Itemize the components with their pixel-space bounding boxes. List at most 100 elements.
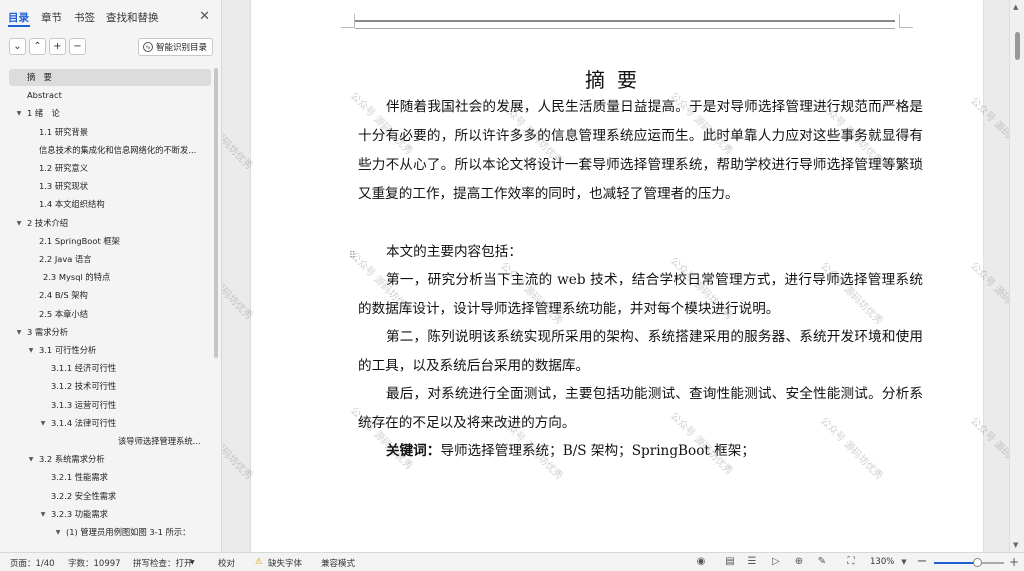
- toc-item[interactable]: 2 技术介绍: [27, 215, 210, 232]
- toc-item[interactable]: 2.4 B/S 架构: [39, 287, 210, 304]
- play-icon[interactable]: ▷: [770, 556, 782, 568]
- toc-item-label: Abstract: [27, 90, 62, 101]
- eye-icon[interactable]: ◉: [695, 556, 707, 568]
- page-indicator[interactable]: 页面：1/40: [10, 557, 55, 569]
- toc-item[interactable]: 3.2.2 安全性需求: [51, 488, 210, 505]
- add-heading-button[interactable]: +: [49, 38, 66, 55]
- watermark-text: 公众号 源码坊优秀: [967, 95, 1009, 163]
- expand-caret-icon[interactable]: ▼: [27, 347, 35, 354]
- toc-item[interactable]: 摘 要: [9, 69, 211, 86]
- tab-find-replace[interactable]: 查找和替换: [106, 10, 159, 25]
- scroll-up-icon[interactable]: ▲: [1013, 3, 1018, 11]
- toc-item[interactable]: 3 需求分析: [27, 324, 210, 341]
- toc-item[interactable]: 1.3 研究现状: [39, 178, 210, 195]
- zoom-fill: [934, 562, 978, 564]
- expand-caret-icon[interactable]: ▼: [39, 420, 47, 427]
- toc-item[interactable]: 2.1 SpringBoot 框架: [39, 233, 210, 250]
- expand-caret-icon[interactable]: ▼: [27, 456, 35, 463]
- page-corner-mark: [341, 14, 355, 28]
- toc-item[interactable]: 3.1.1 经济可行性: [51, 360, 210, 377]
- tab-toc[interactable]: 目录: [8, 10, 29, 25]
- keywords-label: 关键词：: [386, 443, 441, 459]
- toc-item-label: 3 需求分析: [27, 326, 69, 337]
- page-corner-mark: [899, 14, 913, 28]
- toc-sidebar: 目录 章节 书签 查找和替换 ✕ ⌄ ⌃ + − ∿ 智能识别目录 摘 要 Abs…: [0, 0, 222, 552]
- keywords-line: 关键词：导师选择管理系统；B/S 架构；SpringBoot 框架；: [358, 437, 923, 466]
- sidebar-tabs: 目录 章节 书签 查找和替换 ✕: [0, 0, 222, 32]
- smart-toc-button[interactable]: ∿ 智能识别目录: [138, 38, 213, 56]
- vertical-scrollbar[interactable]: ▲ ▼: [1009, 0, 1024, 552]
- compat-mode: 兼容模式: [321, 559, 356, 569]
- toc-item[interactable]: 1 绪 论: [27, 105, 210, 122]
- toc-item-label: 3.1.1 经济可行性: [51, 363, 117, 374]
- word-count[interactable]: 字数：10997: [68, 557, 121, 569]
- scroll-thumb[interactable]: [1015, 32, 1020, 60]
- toc-item[interactable]: 3.1.2 技术可行性: [51, 378, 210, 395]
- toc-item[interactable]: 3.2 系统需求分析: [39, 451, 210, 468]
- toc-item-label: 2.1 SpringBoot 框架: [39, 235, 120, 246]
- abstract-paragraph: 伴随着我国社会的发展，人民生活质量日益提高。于是对导师选择管理进行规范而严格是十…: [358, 99, 923, 202]
- toc-item-label: 3.1.4 法律可行性: [51, 417, 117, 428]
- toc-item-label: 1.2 研究意义: [39, 163, 89, 173]
- toc-item-label: 3.1.2 技术可行性: [51, 381, 117, 392]
- header-rule: [355, 20, 895, 22]
- toc-item[interactable]: 该导师选择管理系统...: [118, 433, 210, 450]
- page-view-icon[interactable]: ▤: [724, 556, 736, 568]
- watermark-text: 公众号 源码坊优秀: [967, 415, 1009, 483]
- pen-icon[interactable]: ✎: [816, 556, 828, 568]
- chevron-down-icon[interactable]: ▼: [190, 559, 195, 566]
- toc-item[interactable]: 2.5 本章小结: [39, 306, 210, 323]
- zoom-level[interactable]: 130%: [870, 557, 894, 567]
- expand-button[interactable]: ⌃: [29, 38, 46, 55]
- outline-view-icon[interactable]: ☰: [746, 556, 758, 568]
- toc-item-label: 3.2.1 性能需求: [51, 472, 108, 483]
- sidebar-scrollbar[interactable]: [214, 68, 218, 358]
- watermark-text: 公众号 源码坊优秀: [223, 106, 255, 173]
- toc-item[interactable]: Abstract: [27, 87, 210, 104]
- drag-handle-icon[interactable]: ⠿: [349, 251, 356, 261]
- toc-item[interactable]: 3.1.4 法律可行性: [51, 415, 210, 432]
- close-icon[interactable]: ✕: [199, 9, 210, 24]
- toc-item[interactable]: 信息技术的集成化和信息网络化的不断发...: [39, 142, 210, 159]
- tab-bookmarks[interactable]: 书签: [74, 10, 95, 25]
- expand-caret-icon[interactable]: ▼: [39, 511, 47, 518]
- toc-item-label: 3.1 可行性分析: [39, 345, 97, 355]
- toc-item[interactable]: (1) 管理员用例图如图 3-1 所示：: [66, 524, 210, 541]
- toc-item[interactable]: 2.2 Java 语言: [39, 251, 210, 268]
- spell-check[interactable]: 拼写检查：打开: [133, 557, 193, 569]
- toc-item[interactable]: 3.2.3 功能需求: [51, 506, 210, 523]
- tab-chapters[interactable]: 章节: [41, 10, 62, 25]
- toc-item[interactable]: 1.2 研究意义: [39, 160, 210, 177]
- header-rule: [355, 28, 895, 29]
- toc-item[interactable]: 2.3 Mysql 的特点: [43, 269, 210, 286]
- toc-item[interactable]: 3.1.3 运营可行性: [51, 397, 210, 414]
- toc-item-label: 3.2.3 功能需求: [51, 508, 108, 519]
- expand-caret-icon[interactable]: ▼: [54, 529, 62, 536]
- toc-item[interactable]: 3.2.1 性能需求: [51, 469, 210, 486]
- collapse-button[interactable]: ⌄: [9, 38, 26, 55]
- toc-list: 摘 要 Abstract 1 绪 论 ▼ 1.1 研究背景 信息技术的集成化和信息网络化的…: [0, 68, 214, 552]
- zoom-out-icon[interactable]: −: [916, 555, 928, 568]
- toc-item-label: 3.2.2 安全性需求: [51, 490, 117, 501]
- missing-font-button[interactable]: 缺失字体: [268, 557, 302, 569]
- toc-item[interactable]: 1.1 研究背景: [39, 124, 210, 141]
- web-view-icon[interactable]: ⊕: [793, 556, 805, 568]
- toc-item[interactable]: 3.1 可行性分析: [39, 342, 210, 359]
- expand-caret-icon[interactable]: ▼: [15, 220, 23, 227]
- toc-toolbar: ⌄ ⌃ + − ∿ 智能识别目录: [0, 38, 222, 58]
- toc-item[interactable]: 1.4 本文组织结构: [39, 196, 210, 213]
- zoom-slider[interactable]: [934, 558, 1004, 567]
- zoom-knob[interactable]: [973, 558, 983, 567]
- expand-caret-icon[interactable]: ▼: [15, 110, 23, 117]
- status-bar: 页面：1/40 字数：10997 拼写检查：打开 ▼ 校对 ⚠ 缺失字体 兼容模…: [0, 552, 1024, 571]
- chevron-down-icon[interactable]: ▼: [898, 556, 910, 568]
- proofread-button[interactable]: 校对: [218, 557, 235, 569]
- expand-caret-icon[interactable]: ▼: [15, 329, 23, 336]
- zoom-in-icon[interactable]: +: [1008, 556, 1020, 568]
- abstract-paragraph: 最后，对系统进行全面测试，主要包括功能测试、查询性能测试、安全性能测试。分析系统…: [358, 386, 923, 431]
- scroll-down-icon[interactable]: ▼: [1013, 541, 1018, 549]
- remove-heading-button[interactable]: −: [69, 38, 86, 55]
- toc-item-label: 1 绪 论: [27, 108, 60, 119]
- fit-page-icon[interactable]: ⛶: [845, 556, 857, 568]
- toc-item-label: 2.4 B/S 架构: [39, 290, 88, 301]
